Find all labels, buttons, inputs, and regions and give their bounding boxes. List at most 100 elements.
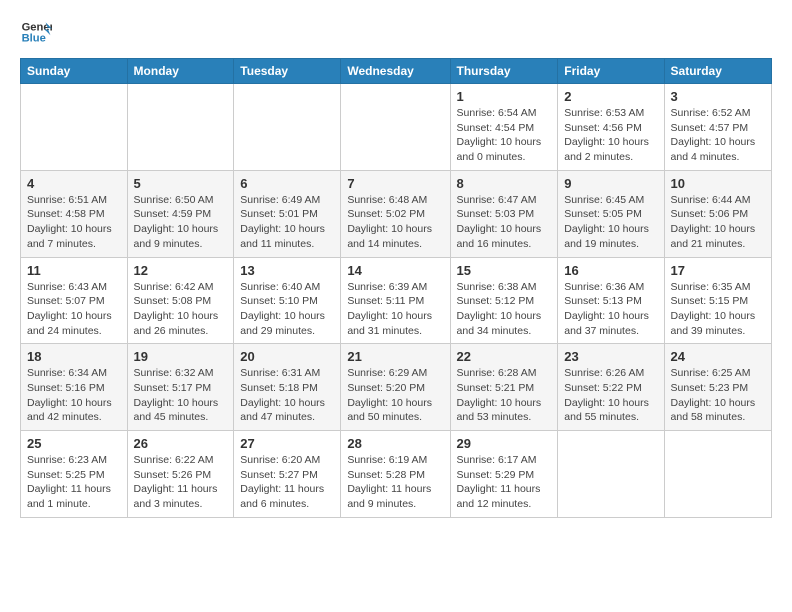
day-number: 27 [240, 436, 334, 451]
calendar-header-cell: Wednesday [341, 59, 450, 84]
day-number: 12 [134, 263, 228, 278]
day-info: Sunrise: 6:20 AMSunset: 5:27 PMDaylight:… [240, 453, 334, 512]
day-info: Sunrise: 6:51 AMSunset: 4:58 PMDaylight:… [27, 193, 121, 252]
calendar-week-row: 25 Sunrise: 6:23 AMSunset: 5:25 PMDayligh… [21, 431, 772, 518]
calendar-cell: 4 Sunrise: 6:51 AMSunset: 4:58 PMDaylight… [21, 170, 128, 257]
day-info: Sunrise: 6:29 AMSunset: 5:20 PMDaylight:… [347, 366, 443, 425]
day-info: Sunrise: 6:54 AMSunset: 4:54 PMDaylight:… [457, 106, 552, 165]
calendar-week-row: 11 Sunrise: 6:43 AMSunset: 5:07 PMDayligh… [21, 257, 772, 344]
calendar-header-cell: Monday [127, 59, 234, 84]
calendar-cell: 24 Sunrise: 6:25 AMSunset: 5:23 PMDayligh… [664, 344, 771, 431]
calendar-cell: 2 Sunrise: 6:53 AMSunset: 4:56 PMDaylight… [558, 84, 664, 171]
day-number: 6 [240, 176, 334, 191]
page-header: General Blue [20, 16, 772, 48]
calendar-cell: 16Sunrise: 6:36 AMSunset: 5:13 PMDayligh… [558, 257, 664, 344]
day-number: 13 [240, 263, 334, 278]
calendar-body: 1Sunrise: 6:54 AMSunset: 4:54 PMDaylight… [21, 84, 772, 518]
day-number: 22 [457, 349, 552, 364]
calendar-table: SundayMondayTuesdayWednesdayThursdayFrid… [20, 58, 772, 518]
day-info: Sunrise: 6:45 AMSunset: 5:05 PMDaylight:… [564, 193, 657, 252]
day-info: Sunrise: 6:52 AMSunset: 4:57 PMDaylight:… [671, 106, 765, 165]
day-info: Sunrise: 6:19 AMSunset: 5:28 PMDaylight:… [347, 453, 443, 512]
calendar-cell: 25 Sunrise: 6:23 AMSunset: 5:25 PMDayligh… [21, 431, 128, 518]
calendar-header-cell: Sunday [21, 59, 128, 84]
calendar-cell [664, 431, 771, 518]
svg-text:Blue: Blue [22, 33, 46, 45]
day-info: Sunrise: 6:28 AMSunset: 5:21 PMDaylight:… [457, 366, 552, 425]
calendar-cell: 19 Sunrise: 6:32 AMSunset: 5:17 PMDayligh… [127, 344, 234, 431]
calendar-week-row: 18 Sunrise: 6:34 AMSunset: 5:16 PMDayligh… [21, 344, 772, 431]
calendar-cell: 1Sunrise: 6:54 AMSunset: 4:54 PMDaylight… [450, 84, 558, 171]
day-number: 5 [134, 176, 228, 191]
day-info: Sunrise: 6:49 AMSunset: 5:01 PMDaylight:… [240, 193, 334, 252]
day-info: Sunrise: 6:32 AMSunset: 5:17 PMDaylight:… [134, 366, 228, 425]
day-info: Sunrise: 6:23 AMSunset: 5:25 PMDaylight:… [27, 453, 121, 512]
calendar-header-cell: Tuesday [234, 59, 341, 84]
day-number: 20 [240, 349, 334, 364]
day-info: Sunrise: 6:22 AMSunset: 5:26 PMDaylight:… [134, 453, 228, 512]
calendar-cell: 17Sunrise: 6:35 AMSunset: 5:15 PMDayligh… [664, 257, 771, 344]
calendar-cell: 9 Sunrise: 6:45 AMSunset: 5:05 PMDaylight… [558, 170, 664, 257]
calendar-cell [234, 84, 341, 171]
calendar-cell [558, 431, 664, 518]
day-number: 9 [564, 176, 657, 191]
calendar-cell: 5Sunrise: 6:50 AMSunset: 4:59 PMDaylight… [127, 170, 234, 257]
calendar-cell: 12 Sunrise: 6:42 AMSunset: 5:08 PMDayligh… [127, 257, 234, 344]
calendar-cell: 27 Sunrise: 6:20 AMSunset: 5:27 PMDayligh… [234, 431, 341, 518]
day-number: 23 [564, 349, 657, 364]
day-info: Sunrise: 6:47 AMSunset: 5:03 PMDaylight:… [457, 193, 552, 252]
calendar-cell: 7 Sunrise: 6:48 AMSunset: 5:02 PMDaylight… [341, 170, 450, 257]
day-number: 7 [347, 176, 443, 191]
day-number: 29 [457, 436, 552, 451]
day-number: 15 [457, 263, 552, 278]
day-number: 26 [134, 436, 228, 451]
calendar-cell: 21Sunrise: 6:29 AMSunset: 5:20 PMDayligh… [341, 344, 450, 431]
day-info: Sunrise: 6:48 AMSunset: 5:02 PMDaylight:… [347, 193, 443, 252]
calendar-header-cell: Thursday [450, 59, 558, 84]
logo-icon: General Blue [20, 16, 52, 48]
day-info: Sunrise: 6:34 AMSunset: 5:16 PMDaylight:… [27, 366, 121, 425]
calendar-cell: 15 Sunrise: 6:38 AMSunset: 5:12 PMDayligh… [450, 257, 558, 344]
day-number: 28 [347, 436, 443, 451]
day-info: Sunrise: 6:53 AMSunset: 4:56 PMDaylight:… [564, 106, 657, 165]
day-number: 2 [564, 89, 657, 104]
day-number: 24 [671, 349, 765, 364]
calendar-header-cell: Friday [558, 59, 664, 84]
calendar-cell: 6 Sunrise: 6:49 AMSunset: 5:01 PMDaylight… [234, 170, 341, 257]
day-number: 11 [27, 263, 121, 278]
calendar-cell [21, 84, 128, 171]
day-info: Sunrise: 6:17 AMSunset: 5:29 PMDaylight:… [457, 453, 552, 512]
day-info: Sunrise: 6:40 AMSunset: 5:10 PMDaylight:… [240, 280, 334, 339]
day-number: 18 [27, 349, 121, 364]
calendar-cell: 10 Sunrise: 6:44 AMSunset: 5:06 PMDayligh… [664, 170, 771, 257]
calendar-week-row: 1Sunrise: 6:54 AMSunset: 4:54 PMDaylight… [21, 84, 772, 171]
day-number: 10 [671, 176, 765, 191]
day-number: 25 [27, 436, 121, 451]
calendar-cell: 11 Sunrise: 6:43 AMSunset: 5:07 PMDayligh… [21, 257, 128, 344]
day-info: Sunrise: 6:43 AMSunset: 5:07 PMDaylight:… [27, 280, 121, 339]
day-info: Sunrise: 6:44 AMSunset: 5:06 PMDaylight:… [671, 193, 765, 252]
day-info: Sunrise: 6:42 AMSunset: 5:08 PMDaylight:… [134, 280, 228, 339]
calendar-cell [127, 84, 234, 171]
calendar-cell: 26 Sunrise: 6:22 AMSunset: 5:26 PMDayligh… [127, 431, 234, 518]
day-info: Sunrise: 6:26 AMSunset: 5:22 PMDaylight:… [564, 366, 657, 425]
day-number: 17 [671, 263, 765, 278]
calendar-cell: 29 Sunrise: 6:17 AMSunset: 5:29 PMDayligh… [450, 431, 558, 518]
calendar-header-cell: Saturday [664, 59, 771, 84]
calendar-cell: 14Sunrise: 6:39 AMSunset: 5:11 PMDayligh… [341, 257, 450, 344]
day-info: Sunrise: 6:38 AMSunset: 5:12 PMDaylight:… [457, 280, 552, 339]
day-number: 4 [27, 176, 121, 191]
calendar-cell: 28 Sunrise: 6:19 AMSunset: 5:28 PMDayligh… [341, 431, 450, 518]
day-info: Sunrise: 6:36 AMSunset: 5:13 PMDaylight:… [564, 280, 657, 339]
calendar-cell: 22 Sunrise: 6:28 AMSunset: 5:21 PMDayligh… [450, 344, 558, 431]
day-info: Sunrise: 6:31 AMSunset: 5:18 PMDaylight:… [240, 366, 334, 425]
day-number: 8 [457, 176, 552, 191]
logo: General Blue [20, 16, 56, 48]
calendar-cell [341, 84, 450, 171]
calendar-week-row: 4 Sunrise: 6:51 AMSunset: 4:58 PMDaylight… [21, 170, 772, 257]
day-number: 19 [134, 349, 228, 364]
day-info: Sunrise: 6:39 AMSunset: 5:11 PMDaylight:… [347, 280, 443, 339]
day-info: Sunrise: 6:25 AMSunset: 5:23 PMDaylight:… [671, 366, 765, 425]
calendar-cell: 8 Sunrise: 6:47 AMSunset: 5:03 PMDaylight… [450, 170, 558, 257]
calendar-cell: 20 Sunrise: 6:31 AMSunset: 5:18 PMDayligh… [234, 344, 341, 431]
